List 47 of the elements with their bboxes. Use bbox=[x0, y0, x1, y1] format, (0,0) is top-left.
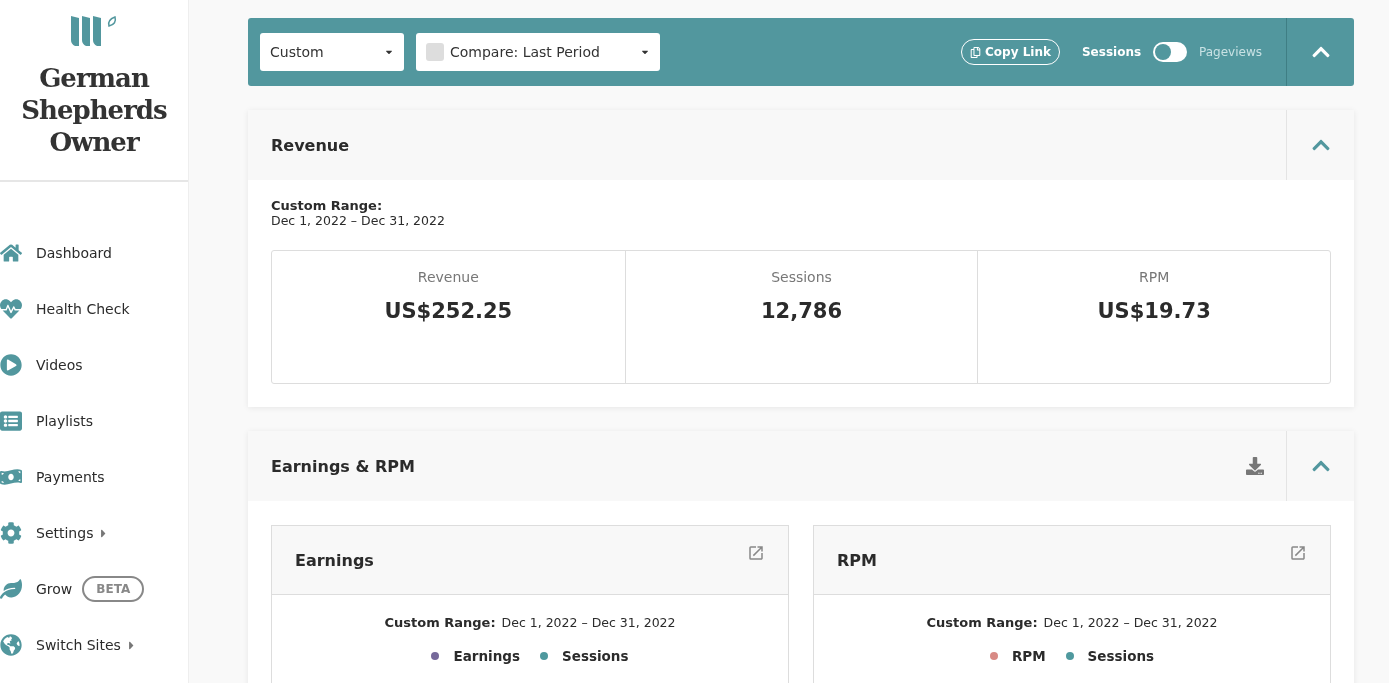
stat-value: US$19.73 bbox=[1097, 299, 1211, 323]
heartbeat-icon bbox=[0, 298, 22, 320]
compare-checkbox[interactable] bbox=[426, 43, 444, 61]
settings-icon bbox=[0, 522, 22, 544]
open-external-icon[interactable] bbox=[1289, 544, 1307, 562]
panel-title: Earnings bbox=[295, 550, 374, 570]
nav-item[interactable]: Health Check bbox=[0, 282, 188, 336]
card-title: Earnings & RPM bbox=[271, 456, 416, 476]
legend-label: RPM bbox=[1011, 648, 1046, 664]
range-label: Custom Range: bbox=[384, 615, 496, 630]
range-value: Dec 1, 2022 – Dec 31, 2022 bbox=[1043, 615, 1218, 630]
range-select[interactable]: Custom bbox=[260, 33, 404, 71]
money-icon bbox=[0, 466, 22, 488]
site-name: German Shepherds Owner bbox=[20, 62, 168, 158]
range-value: Dec 1, 2022 – Dec 31, 2022 bbox=[501, 615, 676, 630]
compare-select[interactable]: Compare: Last Period bbox=[416, 33, 660, 71]
nav-item[interactable]: Settings bbox=[0, 506, 188, 560]
nav-item[interactable]: Dashboard bbox=[0, 226, 188, 280]
nav-item[interactable]: Switch Sites bbox=[0, 618, 188, 672]
leaf-icon bbox=[0, 578, 22, 600]
beta-badge: BETA bbox=[82, 576, 145, 602]
range-value: Dec 1, 2022 – Dec 31, 2022 bbox=[271, 213, 446, 228]
list-icon bbox=[0, 410, 22, 432]
stat-label: RPM bbox=[1139, 269, 1170, 285]
stat-label: Revenue bbox=[417, 269, 479, 285]
nav-item[interactable]: Grow BETA bbox=[0, 562, 188, 616]
stat-value: US$252.25 bbox=[384, 299, 513, 323]
stat-value: 12,786 bbox=[760, 299, 842, 323]
nav-item[interactable]: Playlists bbox=[0, 394, 188, 448]
nav-item[interactable]: Videos bbox=[0, 338, 188, 392]
home-icon bbox=[0, 242, 22, 264]
range-label: Custom Range: bbox=[271, 198, 384, 213]
globe-icon bbox=[0, 634, 22, 656]
logo-icon bbox=[71, 16, 117, 48]
nav-item[interactable]: Payments bbox=[0, 450, 188, 504]
play-icon bbox=[0, 354, 22, 376]
card-title: Revenue bbox=[271, 135, 351, 155]
legend-label: Sessions bbox=[1087, 648, 1155, 664]
legend-label: Earnings bbox=[453, 648, 520, 664]
open-external-icon[interactable] bbox=[747, 544, 765, 562]
download-icon[interactable] bbox=[1246, 457, 1264, 475]
metric-toggle[interactable] bbox=[1153, 42, 1188, 62]
stat-label: Sessions bbox=[771, 269, 832, 285]
copy-icon bbox=[970, 46, 981, 58]
range-label: Custom Range: bbox=[926, 615, 1038, 630]
legend-label: Sessions bbox=[562, 648, 629, 664]
panel-title: RPM bbox=[837, 550, 877, 570]
